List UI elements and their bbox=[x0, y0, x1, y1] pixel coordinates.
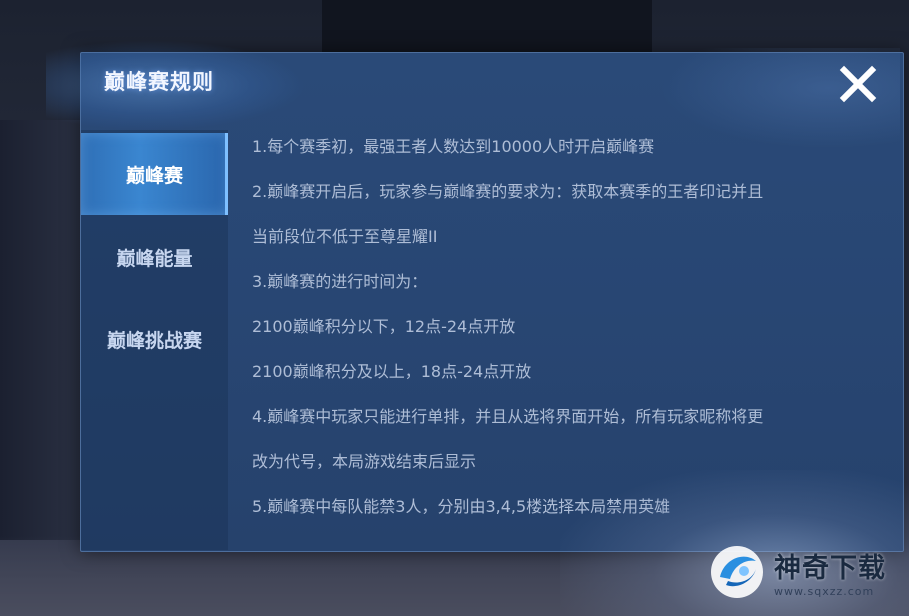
watermark-logo-icon bbox=[711, 546, 763, 598]
watermark-name: 神奇下载 bbox=[774, 553, 886, 584]
tab-label: 巅峰能量 bbox=[116, 247, 193, 270]
tab-peak-challenge[interactable]: 巅峰挑战赛 bbox=[81, 298, 228, 380]
rules-content: 1.每个赛季初，最强王者人数达到10000人时开启巅峰赛 2.巅峰赛开启后，玩家… bbox=[252, 124, 882, 529]
watermark-url: www.sqxzz.com bbox=[774, 585, 875, 598]
rule-line: 3.巅峰赛的进行时间为： bbox=[252, 272, 428, 291]
background-left-shape bbox=[0, 120, 80, 540]
rule-line: 4.巅峰赛中玩家只能进行单排，并且从选将界面开始，所有玩家昵称将更 bbox=[252, 407, 764, 426]
rule-line: 2100巅峰积分及以上，18点-24点开放 bbox=[252, 362, 532, 381]
background-top-shape bbox=[322, 0, 652, 60]
watermark: 神奇下载 www.sqxzz.com bbox=[706, 540, 906, 604]
close-button[interactable] bbox=[836, 62, 880, 106]
rule-line: 2.巅峰赛开启后，玩家参与巅峰赛的要求为：获取本赛季的王者印记并且 bbox=[252, 182, 764, 201]
tab-label: 巅峰赛 bbox=[125, 164, 183, 187]
tab-label: 巅峰挑战赛 bbox=[106, 329, 202, 352]
rule-line: 2100巅峰积分以下，12点-24点开放 bbox=[252, 317, 516, 336]
tab-peak-energy[interactable]: 巅峰能量 bbox=[81, 216, 228, 298]
dialog-title: 巅峰赛规则 bbox=[104, 70, 214, 94]
close-icon bbox=[839, 65, 877, 103]
rule-line: 1.每个赛季初，最强王者人数达到10000人时开启巅峰赛 bbox=[252, 137, 655, 156]
rule-line: 当前段位不低于至尊星耀II bbox=[252, 227, 438, 246]
tab-peak-match[interactable]: 巅峰赛 bbox=[81, 133, 228, 215]
